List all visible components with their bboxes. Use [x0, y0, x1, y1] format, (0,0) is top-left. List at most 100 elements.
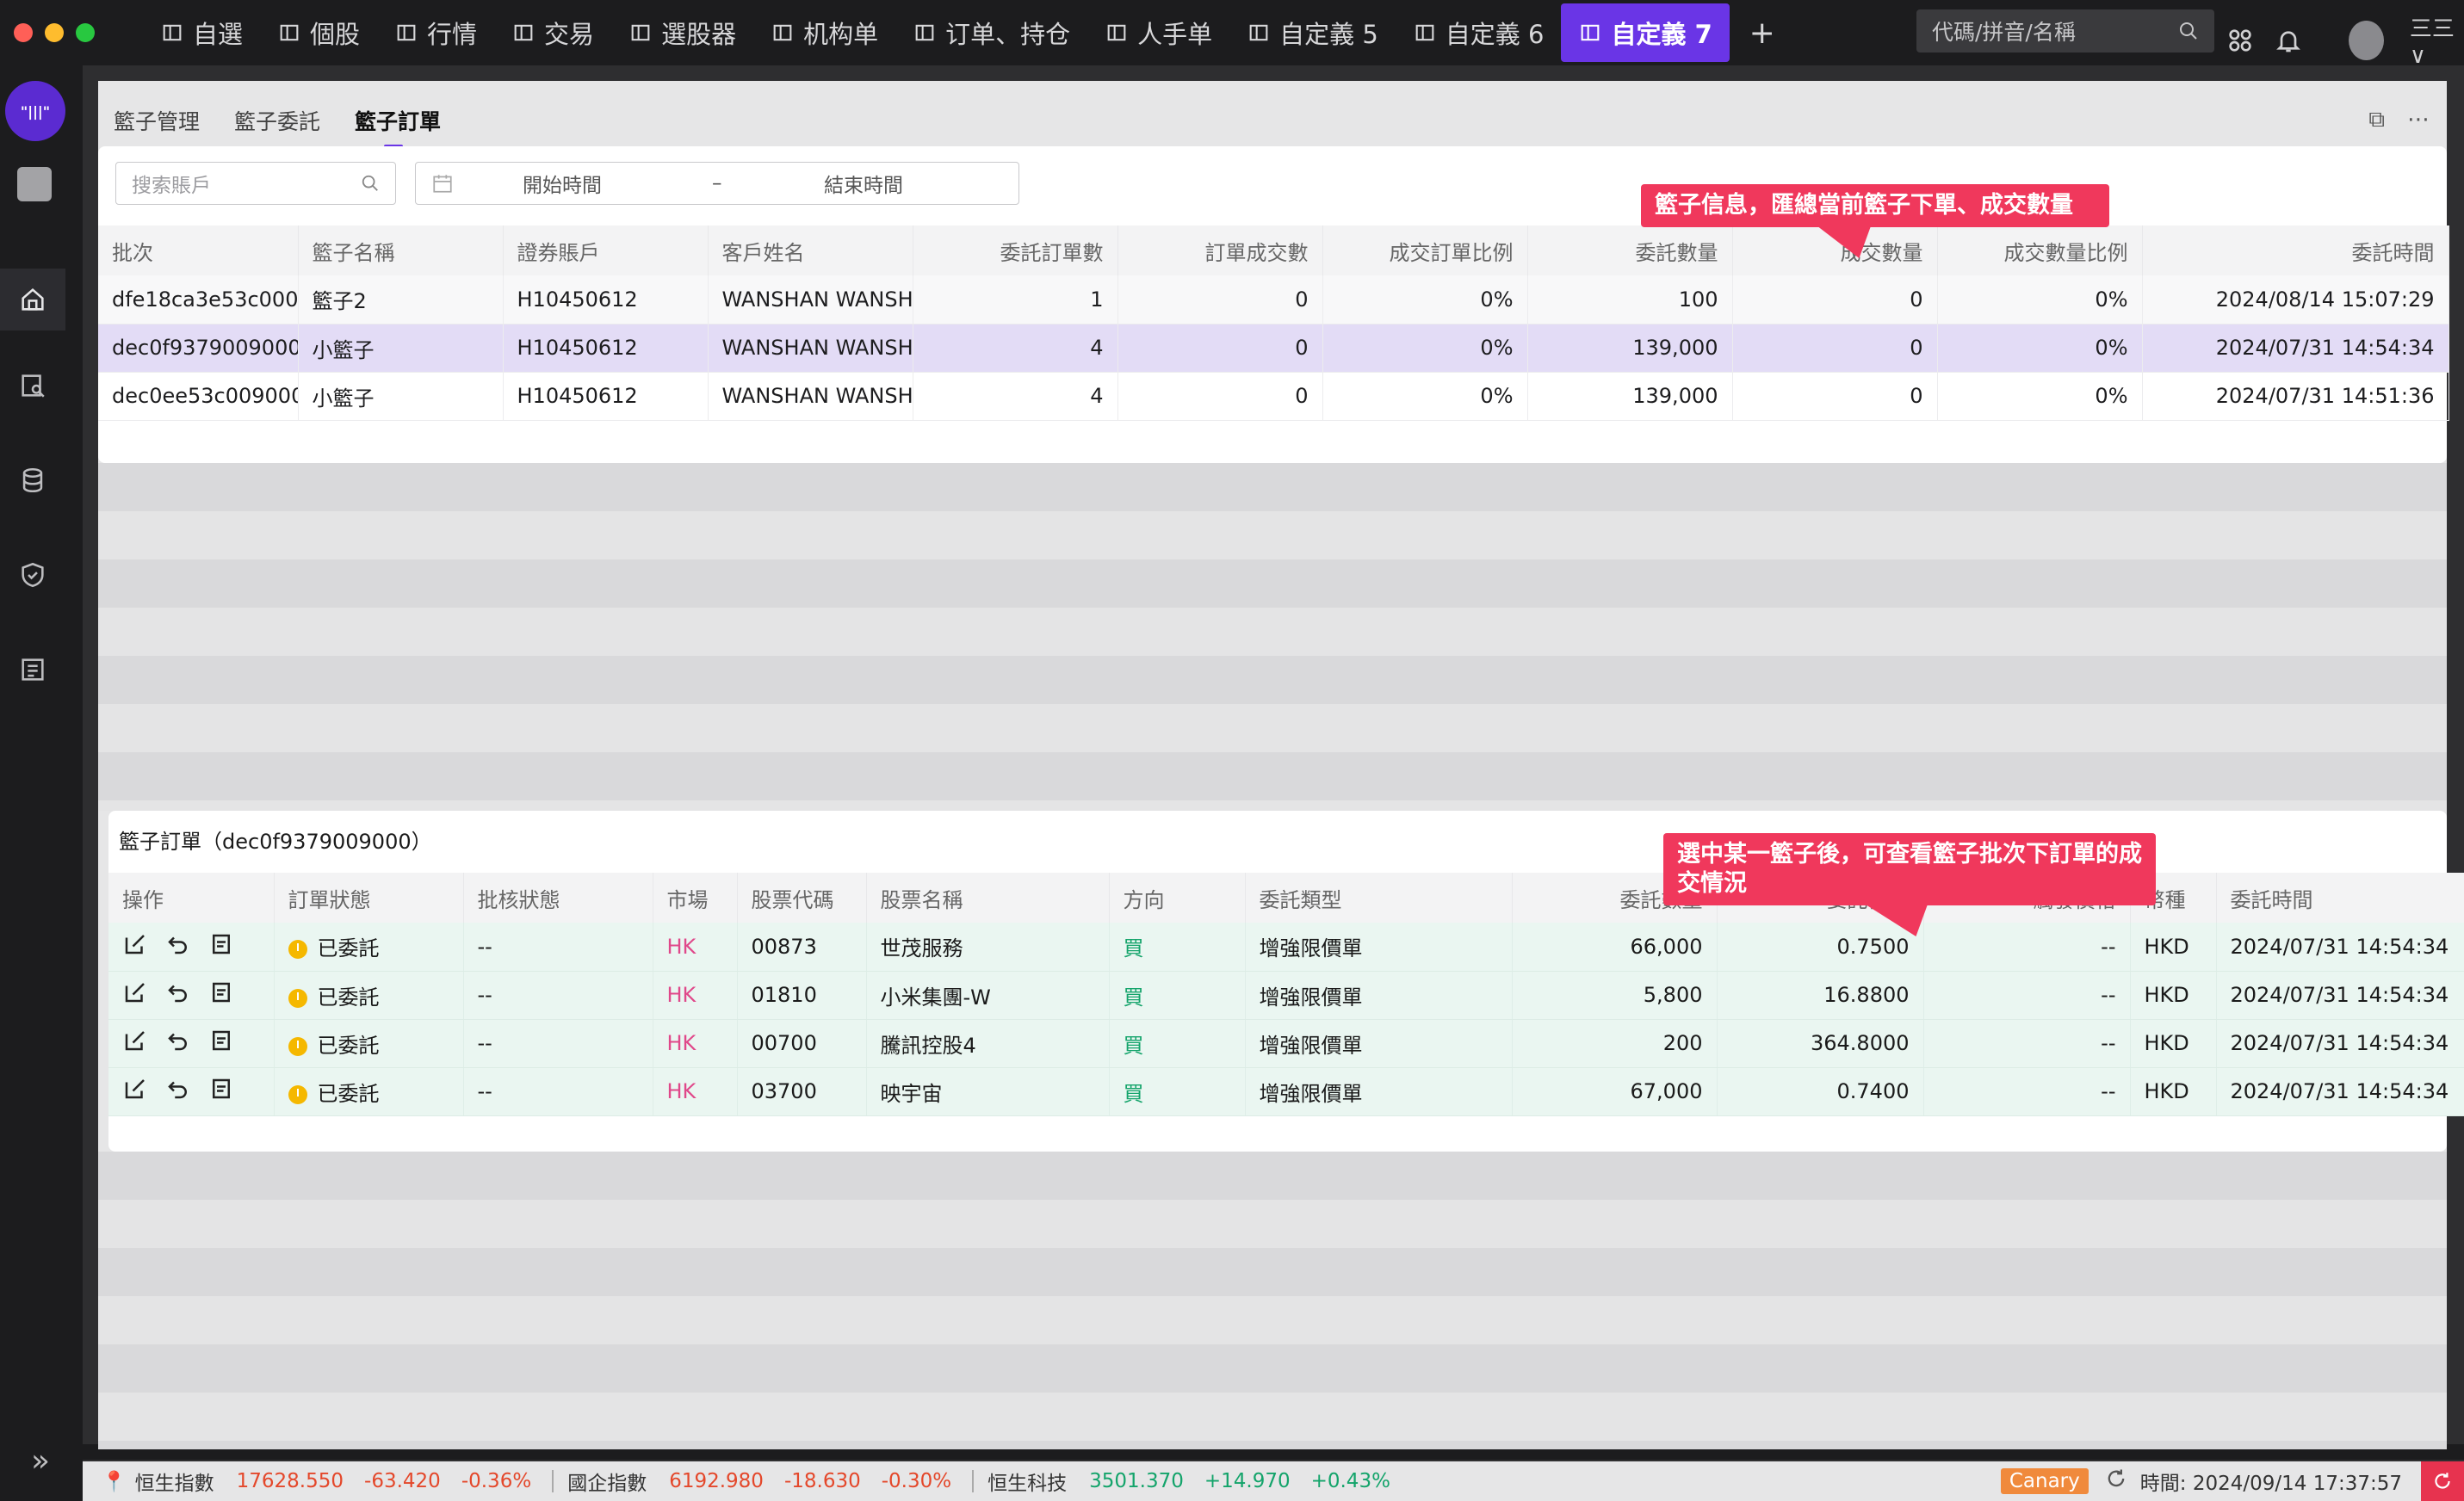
order-row[interactable]: 已委託 -- HK 00700 騰訊控股4 買 增強限價單 200 364.8000 -- HKD 2…: [108, 1019, 2464, 1068]
nav-tab-0[interactable]: 自選: [143, 3, 260, 62]
cancel-order-icon[interactable]: [165, 1076, 191, 1107]
order-detail-icon[interactable]: [208, 1028, 234, 1059]
column-header[interactable]: 委託類型: [1245, 873, 1513, 923]
sidebar-item-security[interactable]: [0, 544, 65, 606]
status-bar-right: Canary 時間: 2024/09/14 17:37:57: [2000, 1461, 2464, 1501]
nav-tab-4[interactable]: 選股器: [611, 3, 753, 62]
sidebar-item-report[interactable]: [0, 639, 65, 701]
column-header[interactable]: 股票代碼: [737, 873, 867, 923]
nav-tab-1[interactable]: 個股: [260, 3, 377, 62]
column-header[interactable]: 操作: [108, 873, 275, 923]
orders-table-body: 已委託 -- HK 00873 世茂服務買增強限價單 66,000 0.7500 -- HKD 2…: [108, 923, 2464, 1116]
table-cell: 1: [913, 275, 1118, 324]
column-header[interactable]: 市場: [653, 873, 738, 923]
sub-tab-1[interactable]: 籃子委託: [234, 105, 320, 145]
order-row[interactable]: 已委託 -- HK 01810 小米集團-W 買 增強限價單 5,800 16.8800 -- HK…: [108, 971, 2464, 1020]
column-header[interactable]: 籃子名稱: [298, 225, 504, 275]
end-time-field[interactable]: 結束時間: [824, 169, 996, 198]
date-range-picker[interactable]: 開始時間 – 結束時間: [415, 162, 1019, 205]
basket-row[interactable]: dfe18ca3e53c000 籃子2 H10450612 WANSHAN WANSH…: [98, 275, 2449, 324]
minimize-window-button[interactable]: [45, 23, 64, 42]
order-market: HK: [666, 934, 696, 959]
user-avatar[interactable]: [2349, 20, 2384, 60]
nav-tab-5[interactable]: 机构单: [753, 3, 895, 62]
edit-order-icon[interactable]: [122, 931, 148, 962]
column-header[interactable]: 批核狀態: [463, 873, 653, 923]
user-menu-button[interactable]: 三三∨: [2410, 11, 2464, 69]
column-header[interactable]: 成交數量比例: [1937, 225, 2143, 275]
refresh-icon[interactable]: [2104, 1467, 2128, 1496]
table-cell: 0%: [1322, 275, 1528, 324]
pin-icon[interactable]: 📍: [102, 1470, 127, 1493]
global-search-input[interactable]: 代碼/拼音/名稱: [1916, 9, 2214, 53]
order-row[interactable]: 已委託 -- HK 03700 映宇宙 買 增強限價單 67,000 0.7400 -- HKD 20…: [108, 1067, 2464, 1116]
nav-tab-10[interactable]: 自定義 7: [1561, 3, 1730, 62]
nav-tab-9[interactable]: 自定義 6: [1396, 3, 1562, 62]
table-cell: HK: [653, 1019, 738, 1068]
add-tab-button[interactable]: +: [1745, 15, 1780, 51]
order-detail-icon[interactable]: [208, 1076, 234, 1107]
order-ccy: HKD: [2144, 934, 2189, 959]
order-detail-icon[interactable]: [208, 931, 234, 962]
column-header[interactable]: 委託數量: [1527, 225, 1733, 275]
column-header[interactable]: 方向: [1109, 873, 1246, 923]
table-cell: 買: [1109, 1067, 1246, 1116]
nav-tab-label: 自定義 6: [1445, 20, 1545, 49]
sync-icon[interactable]: [2421, 1461, 2464, 1501]
index-name[interactable]: 恒生指數: [135, 1467, 214, 1496]
row-actions: [108, 1019, 275, 1068]
nav-tab-label: 自選: [193, 20, 244, 49]
column-header[interactable]: 股票名稱: [866, 873, 1110, 923]
table-cell: H10450612: [503, 372, 709, 421]
sidebar-item-research[interactable]: [0, 355, 65, 417]
table-cell: 2024/07/31 14:54:34: [2216, 923, 2464, 972]
nav-tab-6[interactable]: 订单、持仓: [895, 3, 1087, 62]
table-cell: 增強限價單: [1245, 923, 1513, 972]
edit-order-icon[interactable]: [122, 979, 148, 1010]
table-cell: dec0f9379009000: [98, 324, 299, 373]
index-name[interactable]: 國企指數: [567, 1467, 647, 1496]
order-row[interactable]: 已委託 -- HK 00873 世茂服務 買 增強限價單 66,000 0.7500 -- HKD 2…: [108, 923, 2464, 972]
index-name[interactable]: 恒生科技: [987, 1467, 1067, 1496]
close-window-button[interactable]: [14, 23, 33, 42]
column-header[interactable]: 訂單成交數: [1117, 225, 1323, 275]
app-logo[interactable]: "|||": [5, 81, 65, 141]
nav-tab-7[interactable]: 人手单: [1087, 3, 1229, 62]
sidebar-item-home[interactable]: [0, 269, 65, 330]
nav-tab-3[interactable]: 交易: [494, 3, 611, 62]
apps-grid-icon[interactable]: [2226, 25, 2254, 56]
basket-row[interactable]: dec0ee53c009000 小籃子 H10450612 WANSHAN WANSH…: [98, 372, 2449, 421]
table-cell: 買: [1109, 1019, 1246, 1068]
cancel-order-icon[interactable]: [165, 979, 191, 1010]
popout-icon[interactable]: ⧉: [2368, 107, 2385, 133]
maximize-window-button[interactable]: [76, 23, 95, 42]
bell-icon[interactable]: [2275, 25, 2302, 56]
column-header[interactable]: 委託時間: [2142, 225, 2449, 275]
sub-tab-2[interactable]: 籃子訂單: [355, 105, 441, 148]
column-header[interactable]: 客戶姓名: [708, 225, 913, 275]
column-header[interactable]: 證券賬戶: [503, 225, 709, 275]
column-header[interactable]: 成交訂單比例: [1322, 225, 1528, 275]
order-ccy: HKD: [2144, 983, 2189, 1007]
account-avatar[interactable]: [17, 167, 52, 201]
table-cell: HK: [653, 1067, 738, 1116]
cancel-order-icon[interactable]: [165, 1028, 191, 1059]
column-header[interactable]: 訂單狀態: [274, 873, 464, 923]
sidebar-expand-button[interactable]: »: [31, 1443, 50, 1479]
edit-order-icon[interactable]: [122, 1028, 148, 1059]
cancel-order-icon[interactable]: [165, 931, 191, 962]
nav-tab-8[interactable]: 自定義 5: [1229, 3, 1396, 62]
account-search-input[interactable]: 搜索賬戶: [115, 162, 396, 205]
column-header[interactable]: 委託訂單數: [913, 225, 1118, 275]
start-time-field[interactable]: 開始時間: [523, 169, 712, 198]
sidebar-item-database[interactable]: [0, 449, 65, 511]
market-icon: [394, 21, 418, 45]
order-detail-icon[interactable]: [208, 979, 234, 1010]
more-icon[interactable]: ⋯: [2407, 107, 2430, 133]
edit-order-icon[interactable]: [122, 1076, 148, 1107]
sub-tab-0[interactable]: 籃子管理: [114, 105, 200, 145]
column-header[interactable]: 委託時間: [2216, 873, 2464, 923]
column-header[interactable]: 批次: [98, 225, 299, 275]
nav-tab-2[interactable]: 行情: [377, 3, 494, 62]
basket-row[interactable]: dec0f9379009000 小籃子 H10450612 WANSHAN WANSH…: [98, 324, 2449, 373]
